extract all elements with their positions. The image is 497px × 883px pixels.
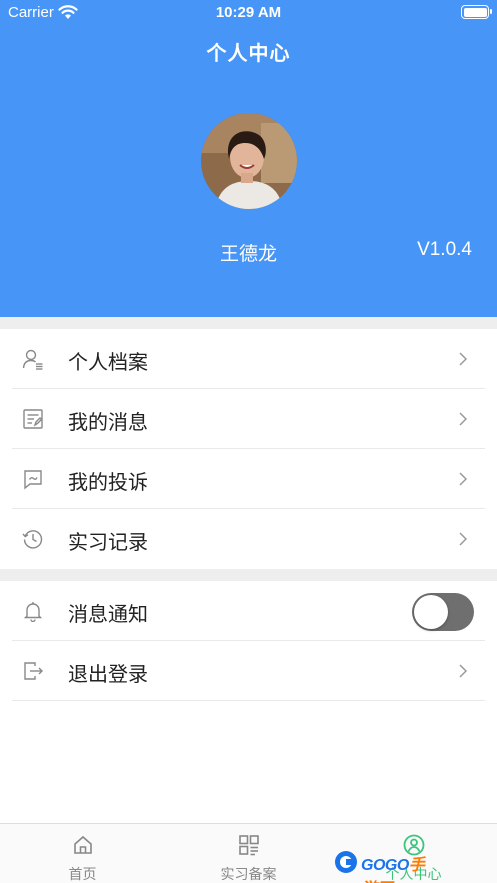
avatar[interactable] [201,113,297,209]
tab-label: 首页 [68,866,97,882]
profile-header: Carrier 10:29 AM 个人中心 王德龙 V1.0.4 [0,0,497,317]
menu-item-label: 实习记录 [68,532,148,554]
chevron-right-icon [459,664,467,678]
user-profile-icon [22,349,43,370]
section-gap [0,317,497,329]
menu-item-complaints[interactable]: 我的投诉 [0,449,497,509]
tab-label: 实习备案 [220,866,277,882]
menu-item-notifications: 消息通知 [0,581,497,641]
menu-item-logout[interactable]: 退出登录 [0,641,497,701]
menu-item-internship-records[interactable]: 实习记录 [0,509,497,569]
logout-icon [24,662,43,680]
status-time: 10:29 AM [215,4,282,21]
page-title: 个人中心 [206,43,291,65]
gogo-logo-icon [335,851,357,873]
bell-icon [23,602,43,622]
status-bar: Carrier 10:29 AM [0,0,497,24]
toggle-knob [414,595,448,629]
menu-item-label: 我的投诉 [68,472,148,494]
divider [12,700,485,701]
complaint-chat-icon [24,470,42,490]
watermark-text: GOGO手游网 [361,857,425,883]
menu-item-label: 我的消息 [68,412,148,434]
message-doc-icon [23,409,43,429]
chevron-right-icon [459,472,467,486]
home-icon [73,835,92,854]
menu-item-label: 个人档案 [68,352,148,374]
chevron-right-icon [459,352,467,366]
history-clock-icon [22,530,43,549]
chevron-right-icon [459,532,467,546]
menu-item-profile[interactable]: 个人档案 [0,329,497,389]
notifications-toggle[interactable] [412,593,474,631]
gogo-watermark: GOGO手游网 [333,848,431,883]
menu-item-label: 退出登录 [68,664,148,686]
menu-item-label: 消息通知 [68,604,148,626]
menu-item-messages[interactable]: 我的消息 [0,389,497,449]
tab-home[interactable]: 首页 [0,824,165,883]
avatar-image [201,113,297,209]
qr-grid-icon [238,835,259,856]
app-version: V1.0.4 [417,239,472,260]
chevron-right-icon [459,412,467,426]
tab-internship-filing[interactable]: 实习备案 [166,824,331,883]
section-gap [0,569,497,581]
battery-icon [461,5,492,19]
